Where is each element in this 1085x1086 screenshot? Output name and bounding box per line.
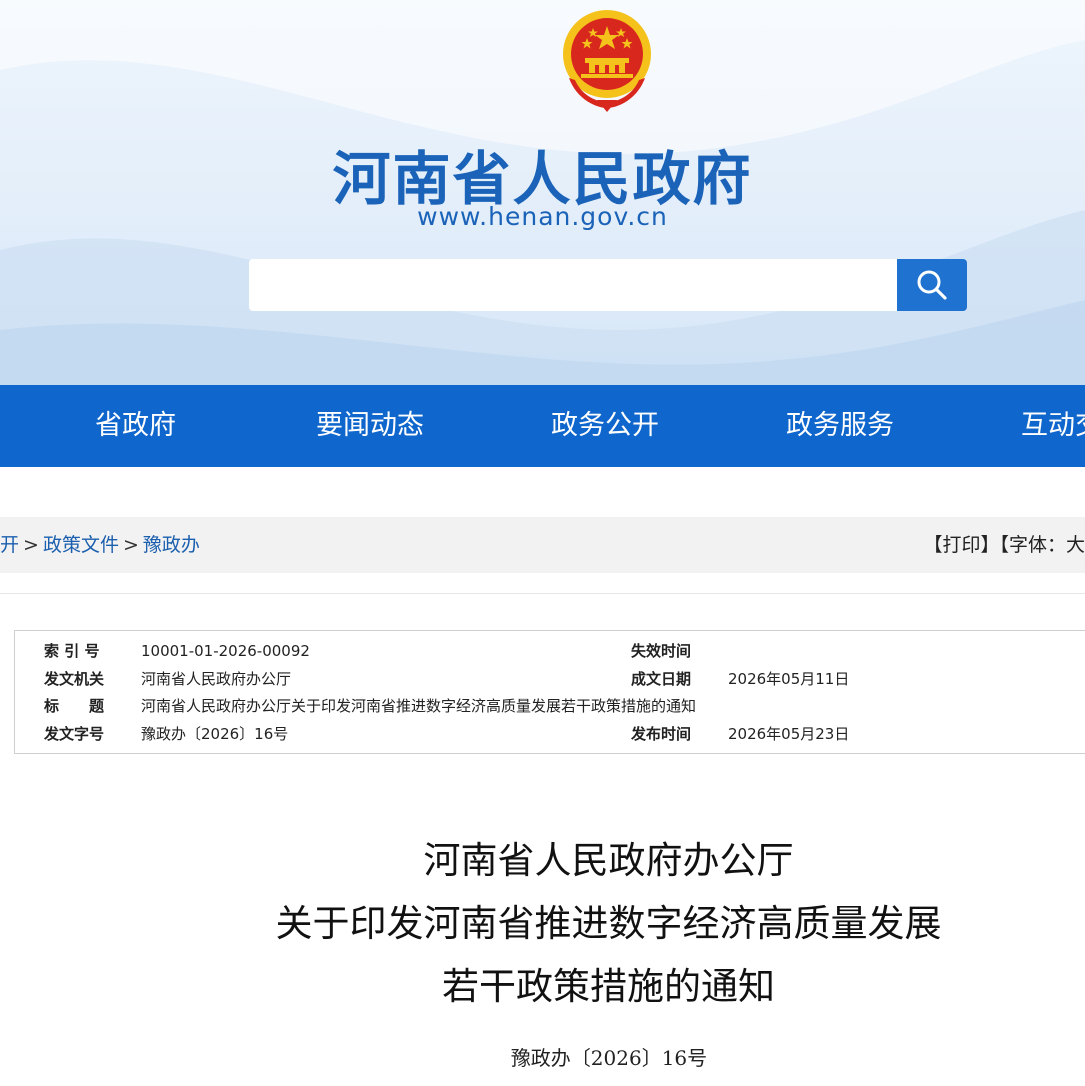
- search-icon: [917, 270, 947, 300]
- issuer-value: 河南省人民政府办公厅: [141, 670, 292, 688]
- document-title-line-3: 若干政策措施的通知: [442, 965, 775, 1008]
- doc-number-value: 豫政办〔2026〕16号: [141, 725, 289, 743]
- issuer-label: 发文机关: [44, 670, 105, 688]
- page-tools: 【打印】【字体：大: [923, 517, 1085, 573]
- national-emblem-icon: [563, 10, 651, 112]
- font-size-control[interactable]: 【字体：大: [999, 534, 1085, 556]
- nav-item-gov-affairs-open[interactable]: 政务公开: [551, 385, 659, 467]
- document-number: 豫政办〔2026〕16号: [510, 1046, 708, 1070]
- document-info-table: 索 引 号 10001-01-2026-00092 失效时间 发文机关 河南省人…: [14, 630, 1085, 754]
- title-label: 标 题: [44, 697, 105, 715]
- breadcrumb: 开 > 政策文件 > 豫政办: [0, 517, 200, 573]
- breadcrumb-item-open[interactable]: 开: [0, 534, 19, 556]
- nav-item-provincial-gov[interactable]: 省政府: [95, 385, 176, 467]
- search-button[interactable]: [897, 259, 967, 311]
- index-number-label: 索 引 号: [44, 642, 100, 660]
- title-value: 河南省人民政府办公厅关于印发河南省推进数字经济高质量发展若干政策措施的通知: [141, 697, 697, 715]
- written-date-value: 2026年05月11日: [728, 670, 850, 688]
- search-input[interactable]: [249, 259, 897, 311]
- expiry-time-label: 失效时间: [631, 642, 692, 660]
- breadcrumb-separator: >: [122, 534, 139, 556]
- nav-item-interaction[interactable]: 互动交: [1021, 385, 1085, 467]
- breadcrumb-item-policy-docs[interactable]: 政策文件: [43, 534, 119, 556]
- publish-time-value: 2026年05月23日: [728, 725, 850, 743]
- nav-item-news[interactable]: 要闻动态: [316, 385, 424, 467]
- index-number-value: 10001-01-2026-00092: [141, 642, 310, 660]
- breadcrumb-item-yuzhengban[interactable]: 豫政办: [143, 534, 200, 556]
- breadcrumb-bar: 开 > 政策文件 > 豫政办 【打印】【字体：大: [0, 517, 1085, 573]
- breadcrumb-separator: >: [23, 534, 39, 556]
- site-header: 河南省人民政府 www.henan.gov.cn: [0, 0, 1085, 385]
- divider: [0, 593, 1085, 594]
- nav-item-gov-services[interactable]: 政务服务: [786, 385, 894, 467]
- site-url[interactable]: www.henan.gov.cn: [0, 202, 1085, 231]
- document-title-line-2: 关于印发河南省推进数字经济高质量发展: [275, 902, 942, 945]
- doc-number-label: 发文字号: [44, 725, 105, 743]
- document-title-line-1: 河南省人民政府办公厅: [423, 839, 794, 882]
- written-date-label: 成文日期: [631, 670, 692, 688]
- main-nav: 省政府 要闻动态 政务公开 政务服务 互动交: [0, 385, 1085, 467]
- publish-time-label: 发布时间: [631, 725, 692, 743]
- print-link[interactable]: 【打印】: [923, 534, 999, 556]
